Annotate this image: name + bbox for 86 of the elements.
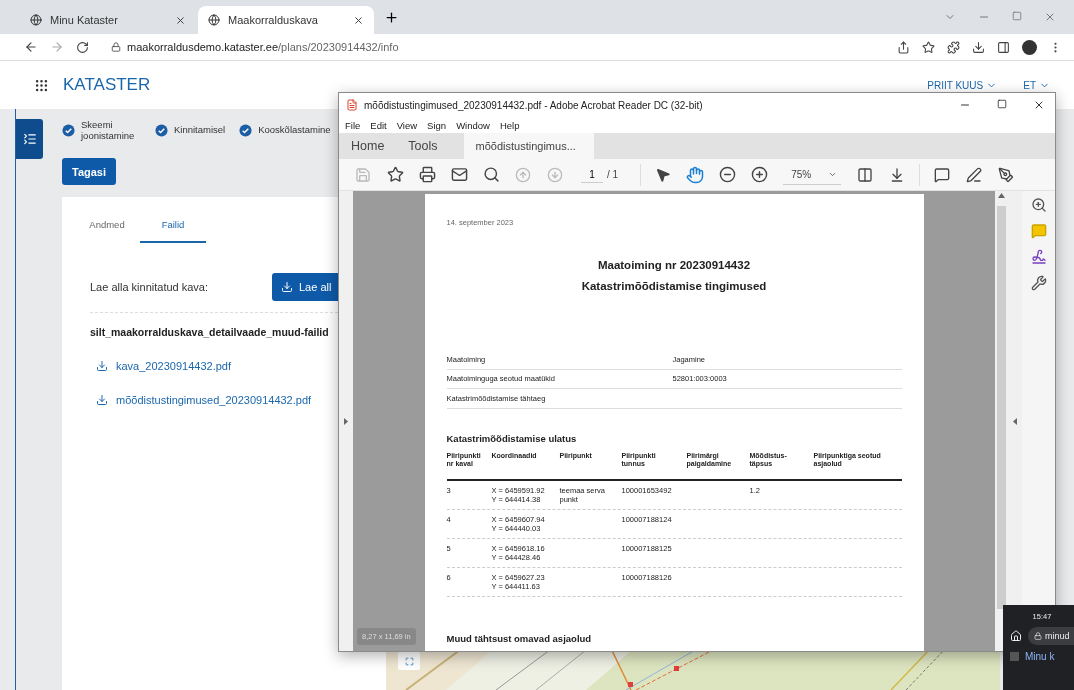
tab[interactable]: Andmed: [74, 197, 140, 243]
close-icon[interactable]: [175, 14, 186, 26]
back-icon[interactable]: [24, 40, 38, 54]
apps-grid-icon[interactable]: [34, 77, 49, 93]
files-heading: silt_maakorralduskava_detailvaade_muud-failid: [90, 326, 330, 338]
step-label: Skeemi joonistamine: [81, 118, 136, 142]
step-label: Kinnitamisel: [174, 124, 226, 136]
file-link[interactable]: kava_20230914432.pdf: [96, 360, 231, 372]
home-icon[interactable]: [1010, 630, 1022, 642]
sidebar-toggle-button[interactable]: [16, 119, 43, 159]
page-number-field[interactable]: 1: [581, 166, 603, 183]
list-item[interactable]: Minu k: [1025, 651, 1055, 662]
save-icon: [355, 166, 371, 183]
back-button[interactable]: Tagasi: [62, 158, 116, 185]
browser-tab[interactable]: Minu Kataster: [20, 6, 196, 34]
tab[interactable]: mõõdistustingimus...: [463, 133, 594, 159]
side-panel-icon[interactable]: [997, 40, 1010, 54]
document-subtitle: Katastrimõõdistamise tingimused: [580, 280, 768, 292]
pointer-icon: [655, 166, 672, 183]
star-icon[interactable]: [922, 40, 935, 54]
printer-icon: [418, 166, 436, 183]
pen-icon: [966, 166, 983, 183]
arrow-down-circle-icon: [547, 166, 563, 183]
menu-item[interactable]: Edit: [370, 119, 387, 131]
menu-item[interactable]: File: [345, 119, 361, 131]
share-icon[interactable]: [897, 40, 910, 54]
signature-icon[interactable]: [1030, 249, 1047, 265]
document-title: Maatoiming nr 20230914432: [596, 259, 752, 271]
browser-tab[interactable]: Maakorralduskava: [198, 6, 374, 34]
brand-title: KATASTER: [63, 75, 151, 95]
pdf-file-icon: [346, 99, 358, 111]
globe-icon: [30, 14, 42, 26]
download-icon: [96, 360, 108, 372]
new-tab-icon[interactable]: [384, 9, 399, 25]
download-icon[interactable]: [972, 40, 985, 54]
globe-icon: [208, 14, 220, 26]
download-button[interactable]: Lae all: [272, 273, 338, 301]
star-icon: [386, 166, 404, 183]
scrollbar[interactable]: [995, 191, 1008, 651]
minus-circle-icon: [718, 166, 736, 183]
puzzle-icon[interactable]: [947, 40, 960, 54]
menu-item[interactable]: View: [396, 119, 418, 131]
triangle-right-icon: [344, 417, 348, 425]
tab[interactable]: Home: [339, 133, 397, 159]
download-icon: [281, 281, 293, 293]
comment-icon: [934, 166, 951, 183]
close-icon[interactable]: [353, 14, 364, 26]
plus-circle-icon: [750, 166, 768, 183]
hand-icon: [686, 165, 705, 184]
wrench-icon[interactable]: [1030, 275, 1047, 291]
close-icon[interactable]: [1033, 99, 1045, 111]
step-label: Kooskõlastamine: [258, 124, 331, 136]
file-link[interactable]: mõõdistustingimused_20230914432.pdf: [96, 394, 312, 406]
tab[interactable]: Tools: [396, 133, 450, 159]
menu-item[interactable]: Sign: [427, 119, 447, 131]
download-label: Lae alla kinnitatud kava:: [90, 281, 210, 293]
menu-item[interactable]: Window: [456, 119, 490, 131]
window-title: mõõdistustingimused_20230914432.pdf - Adobe Acrobat Reader DC (32-bit): [364, 99, 703, 111]
download-icon: [96, 394, 108, 406]
left-panel-toggle[interactable]: [339, 191, 353, 651]
address-field[interactable]: maakorraldusdemo.kataster.ee/plans/20230914432/info: [101, 36, 885, 58]
menu-item[interactable]: Help: [499, 119, 520, 131]
reload-icon[interactable]: [76, 40, 89, 54]
arrow-up-circle-icon: [515, 166, 531, 183]
tab[interactable]: Failid: [140, 197, 206, 243]
maximize-icon[interactable]: [997, 99, 1007, 109]
page-total: / 1: [607, 169, 619, 180]
section-heading: Muud tähtsust omavad asjaolud: [446, 632, 593, 644]
fullscreen-icon: [404, 656, 414, 666]
zoom-icon[interactable]: [1030, 197, 1047, 213]
lock-icon: [1034, 632, 1042, 640]
language-button[interactable]: ET: [1023, 79, 1050, 91]
scroll-up-icon: [998, 193, 1005, 198]
user-menu-button[interactable]: PRIIT KUUS: [927, 79, 998, 91]
avatar[interactable]: [1022, 39, 1037, 55]
square-icon: [1010, 652, 1019, 661]
search-icon: [482, 166, 500, 183]
collapse-icon: [22, 132, 37, 146]
mail-icon: [450, 166, 468, 183]
triangle-left-icon: [1013, 417, 1017, 425]
lock-icon: [111, 42, 121, 52]
pen-nib-icon: [998, 166, 1015, 183]
address-field[interactable]: minud: [1028, 627, 1074, 645]
page-fit-icon: [857, 166, 874, 183]
section-heading: Katastrimõõdistamise ulatus: [446, 432, 578, 444]
zoom-dropdown[interactable]: 75%: [783, 164, 842, 185]
